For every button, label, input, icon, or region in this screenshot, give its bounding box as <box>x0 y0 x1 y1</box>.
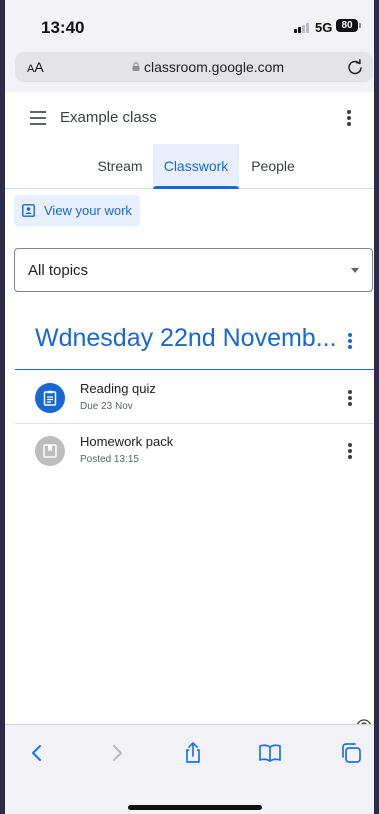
url-text[interactable]: classroom.google.com <box>144 59 284 75</box>
more-options-icon[interactable] <box>347 110 351 126</box>
browser-toolbar <box>5 724 374 814</box>
tabs-icon[interactable] <box>339 741 363 765</box>
tab-classwork[interactable]: Classwork <box>153 144 239 189</box>
item-divider <box>15 423 374 424</box>
back-icon[interactable] <box>25 741 49 765</box>
lock-icon <box>132 62 140 71</box>
forward-icon[interactable] <box>105 741 129 765</box>
tab-people[interactable]: People <box>241 144 305 188</box>
battery-icon: 80 <box>336 19 358 32</box>
view-your-work-button[interactable]: View your work <box>14 195 140 226</box>
network-type: 5G <box>315 20 333 35</box>
view-your-work-label: View your work <box>44 203 132 218</box>
phone-screen: 13:40 5G 80 AA classroom.google.com Exam… <box>5 0 374 814</box>
class-title: Example class <box>60 109 157 126</box>
classwork-item[interactable]: Homework pack Posted 13:15 <box>15 426 374 480</box>
item-posted-time: Posted 13:15 <box>80 454 139 465</box>
tab-bar: Stream Classwork People <box>5 144 374 189</box>
topic-heading: Wdnesday 22nd Novemb... <box>35 324 337 352</box>
section-divider <box>15 369 374 370</box>
topic-options-icon[interactable] <box>348 333 352 349</box>
menu-icon[interactable] <box>30 111 48 125</box>
home-indicator <box>128 805 262 810</box>
item-options-icon[interactable] <box>348 390 352 406</box>
reader-settings-button[interactable]: AA <box>27 59 44 75</box>
item-title: Homework pack <box>80 434 174 449</box>
material-icon <box>35 436 65 466</box>
battery-nub <box>359 23 361 28</box>
item-options-icon[interactable] <box>348 443 352 459</box>
status-bar: 13:40 5G 80 <box>5 0 374 48</box>
assignment-icon <box>35 383 65 413</box>
id-badge-icon <box>22 204 35 217</box>
bookmarks-icon[interactable] <box>258 741 282 765</box>
classwork-item[interactable]: Reading quiz Due 23 Nov <box>15 373 374 427</box>
reload-icon[interactable] <box>345 57 365 77</box>
signal-icon <box>294 23 312 33</box>
share-icon[interactable] <box>181 741 205 765</box>
item-title: Reading quiz <box>80 381 156 396</box>
classroom-page: Example class Stream Classwork People Vi… <box>5 92 374 735</box>
item-due-date: Due 23 Nov <box>80 401 133 412</box>
status-time: 13:40 <box>41 18 85 37</box>
topics-dropdown[interactable]: All topics <box>14 248 373 292</box>
dropdown-caret-icon <box>351 268 359 273</box>
address-bar[interactable]: AA classroom.google.com <box>15 52 373 82</box>
tab-stream[interactable]: Stream <box>85 144 155 188</box>
topics-selected: All topics <box>28 262 89 279</box>
